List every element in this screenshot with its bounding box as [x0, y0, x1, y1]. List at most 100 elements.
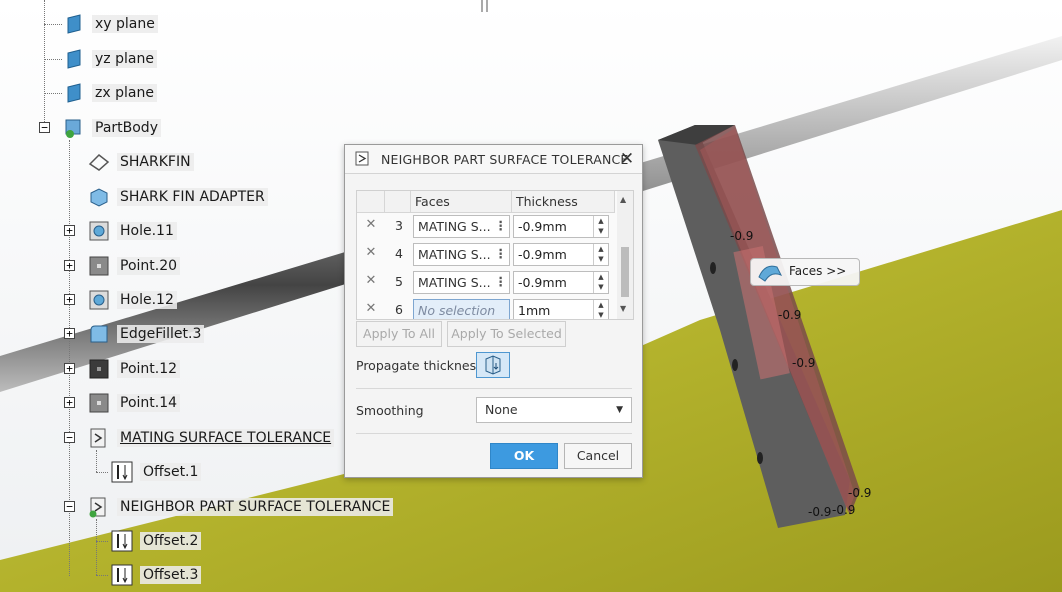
tree-item-label: Point.20: [117, 257, 181, 275]
tree-item-zx-plane[interactable]: zx plane: [62, 80, 157, 106]
sketch-icon: [88, 154, 110, 171]
expand-toggle[interactable]: +: [64, 225, 75, 236]
tree-item-xy-plane[interactable]: xy plane: [62, 11, 158, 37]
remove-row-icon[interactable]: ✕: [363, 245, 379, 260]
neighbor-part-surface-tolerance-dialog: NEIGHBOR PART SURFACE TOLERANCE ✕ Faces …: [344, 144, 643, 478]
remove-row-icon[interactable]: ✕: [363, 273, 379, 288]
dialog-feature-icon: [355, 151, 369, 166]
smoothing-select[interactable]: None ▼: [476, 397, 632, 423]
tree-item-label: NEIGHBOR PART SURFACE TOLERANCE: [117, 498, 394, 516]
faces-cell[interactable]: MATING S... ⋮: [413, 215, 510, 238]
table-row[interactable]: ✕ 6 No selection 1mm ▲ ▼: [357, 296, 615, 319]
tree-item-label: zx plane: [92, 84, 157, 102]
close-icon[interactable]: ✕: [617, 149, 637, 169]
table-row[interactable]: ✕ 4 MATING S... ⋮ -0.9mm ▲ ▼: [357, 240, 615, 268]
thickness-input[interactable]: -0.9mm ▲ ▼: [513, 271, 609, 294]
tree-item-label: PartBody: [92, 119, 161, 137]
hole-icon: [89, 290, 109, 310]
collapse-toggle[interactable]: −: [64, 432, 75, 443]
tree-item-point-14[interactable]: Point.14: [87, 390, 181, 416]
dialog-title: NEIGHBOR PART SURFACE TOLERANCE: [381, 152, 629, 167]
tree-item-hole-11[interactable]: Hole.11: [87, 218, 177, 244]
spin-up-icon: ▲: [598, 301, 604, 309]
ok-button[interactable]: OK: [490, 443, 558, 469]
tree-item-offset-3[interactable]: Offset.3: [110, 562, 202, 588]
tree-item-label: SHARK FIN ADAPTER: [117, 188, 268, 206]
tree-item-yz-plane[interactable]: yz plane: [62, 46, 157, 72]
column-header-thickness: Thickness: [512, 191, 615, 213]
expand-toggle[interactable]: +: [64, 397, 75, 408]
dialog-title-bar[interactable]: NEIGHBOR PART SURFACE TOLERANCE ✕: [345, 145, 642, 174]
row-index: 3: [395, 218, 403, 233]
spin-buttons: ▲ ▼: [593, 300, 608, 319]
tree-item-hole-12[interactable]: Hole.12: [87, 287, 177, 313]
thickness-input[interactable]: 1mm ▲ ▼: [513, 299, 609, 319]
spin-down-icon: ▼: [598, 227, 604, 235]
chevron-down-icon: ▼: [616, 405, 623, 415]
faces-context-tag[interactable]: Faces >>: [750, 258, 860, 286]
faces-tag-label: Faces >>: [789, 264, 847, 278]
spin-down-icon: ▼: [598, 255, 604, 263]
thickness-input[interactable]: -0.9mm ▲ ▼: [513, 243, 609, 266]
collapse-toggle[interactable]: −: [64, 501, 75, 512]
expand-toggle[interactable]: −: [39, 122, 50, 133]
tree-item-offset-2[interactable]: Offset.2: [110, 528, 202, 554]
table-row[interactable]: ✕ 3 MATING S... ⋮ -0.9mm ▲ ▼: [357, 212, 615, 240]
dimension-label: -0.9: [792, 356, 816, 370]
row-index: 4: [395, 246, 403, 261]
dimension-label: -0.9: [832, 503, 856, 517]
spin-buttons: ▲ ▼: [593, 216, 608, 237]
tree-item-shark-fin-adapter[interactable]: SHARK FIN ADAPTER: [87, 184, 268, 210]
tree-item-edgefillet-3[interactable]: EdgeFillet.3: [87, 321, 205, 347]
thickness-input[interactable]: -0.9mm ▲ ▼: [513, 215, 609, 238]
point-icon: [89, 393, 109, 413]
offset-icon: [111, 530, 133, 552]
tree-item-label: SHARKFIN: [117, 153, 194, 171]
column-header-select: [357, 191, 385, 213]
spin-up-icon: ▲: [598, 245, 604, 253]
spin-up-icon: ▲: [598, 273, 604, 281]
spin-buttons: ▲ ▼: [593, 272, 608, 293]
offset-icon: [111, 461, 133, 483]
expand-toggle[interactable]: +: [64, 260, 75, 271]
expand-toggle[interactable]: +: [64, 294, 75, 305]
edge-fillet-icon: [90, 325, 108, 343]
tree-item-label: xy plane: [92, 15, 158, 33]
dimension-label: -0.9: [848, 486, 872, 500]
spin-down-icon: ▼: [598, 311, 604, 319]
remove-row-icon[interactable]: ✕: [363, 301, 379, 316]
propagate-thickness-toggle[interactable]: [476, 352, 510, 378]
faces-thickness-table: Faces Thickness ✕ 3 MATING S... ⋮ -0.9mm ▲…: [356, 190, 634, 320]
tree-item-sharkfin[interactable]: SHARKFIN: [87, 149, 194, 175]
remove-row-icon[interactable]: ✕: [363, 217, 379, 232]
expand-toggle[interactable]: +: [64, 328, 75, 339]
expand-toggle[interactable]: +: [64, 363, 75, 374]
scroll-down-icon: ▼: [620, 304, 627, 313]
tree-item-partbody[interactable]: PartBody: [62, 115, 161, 141]
point-icon: [89, 256, 109, 276]
table-scrollbar[interactable]: ▲ ▼: [617, 191, 633, 319]
tree-item-label: yz plane: [92, 50, 157, 68]
tolerance-icon: [89, 497, 106, 518]
row-index: 5: [395, 274, 403, 289]
tree-item-label: Hole.11: [117, 222, 177, 240]
tree-item-neighbor-part-surface-tolerance[interactable]: NEIGHBOR PART SURFACE TOLERANCE: [87, 494, 394, 520]
table-row[interactable]: ✕ 5 MATING S... ⋮ -0.9mm ▲ ▼: [357, 268, 615, 296]
row-index: 6: [395, 302, 403, 317]
scrollbar-thumb: [621, 247, 629, 297]
apply-to-selected-button[interactable]: Apply To Selected: [447, 321, 566, 347]
faces-icon: [758, 265, 783, 282]
cancel-button[interactable]: Cancel: [564, 443, 632, 469]
offset-icon: [111, 564, 133, 586]
propagate-icon: [485, 355, 501, 375]
tree-item-point-12[interactable]: Point.12: [87, 356, 181, 382]
faces-cell[interactable]: MATING S... ⋮: [413, 271, 510, 294]
faces-cell[interactable]: MATING S... ⋮: [413, 243, 510, 266]
dimension-label: -0.9: [778, 308, 802, 322]
tree-item-mating-surface-tolerance[interactable]: MATING SURFACE TOLERANCE: [87, 425, 335, 451]
apply-to-all-button[interactable]: Apply To All: [356, 321, 442, 347]
faces-cell-empty[interactable]: No selection: [413, 299, 510, 319]
tree-item-label: Offset.2: [140, 532, 202, 550]
tree-item-offset-1[interactable]: Offset.1: [110, 459, 202, 485]
tree-item-point-20[interactable]: Point.20: [87, 253, 181, 279]
